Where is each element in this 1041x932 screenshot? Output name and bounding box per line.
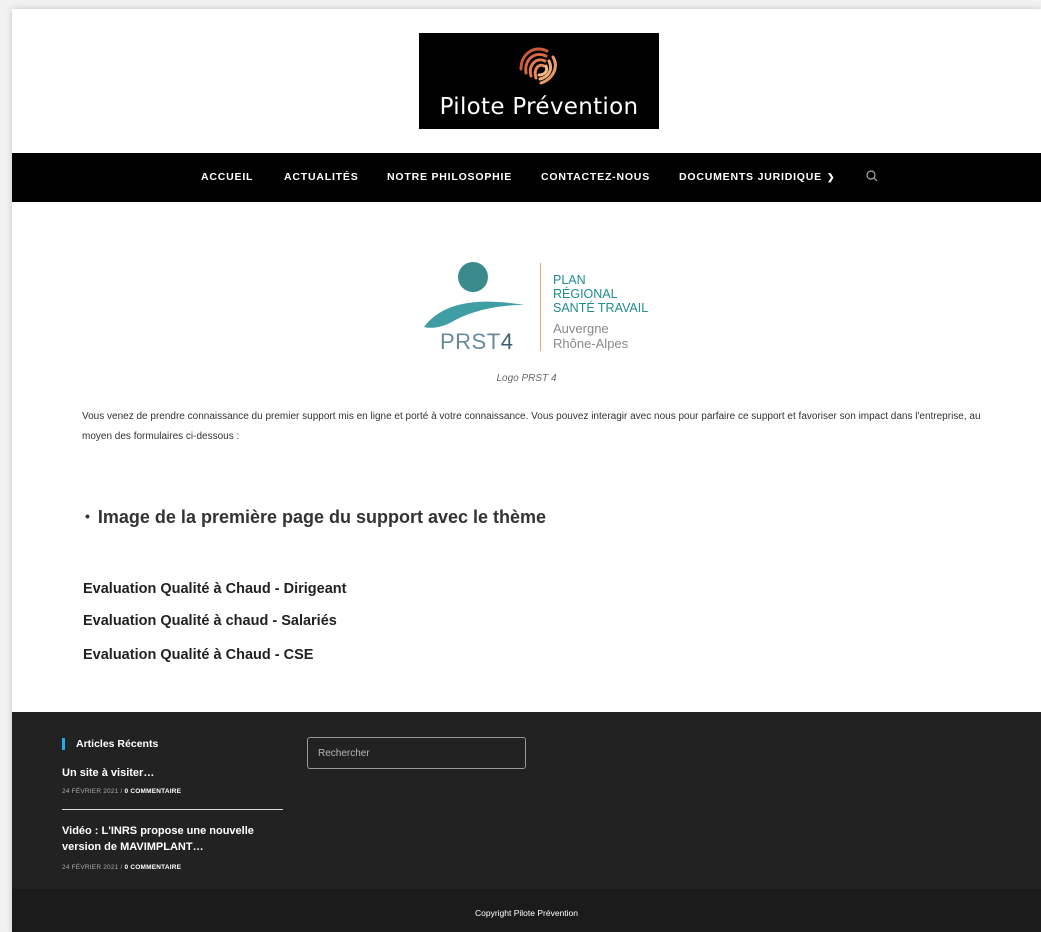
chevron-down-icon: ❯: [826, 172, 836, 182]
recent-post-meta: 24 FÉVRIER 2021 / 0 COMMENTAIRE: [62, 788, 181, 795]
post-comments-link[interactable]: 0 COMMENTAIRE: [125, 864, 182, 871]
prst-name-number: 4: [500, 329, 514, 354]
nav-item-accueil[interactable]: ACCUEIL: [201, 153, 253, 202]
prst4-logo: PRST4 PLAN RÉGIONAL SANTÉ TRAVAIL Auverg…: [422, 259, 672, 359]
widget-title: Articles Récents: [62, 738, 158, 750]
prst-emblem-icon: [424, 262, 524, 328]
post-comments-link[interactable]: 0 COMMENTAIRE: [125, 788, 182, 795]
recent-post-meta: 24 FÉVRIER 2021 / 0 COMMENTAIRE: [62, 864, 181, 871]
nav-label: CONTACTEZ-NOUS: [541, 171, 650, 183]
eval-link-salaries[interactable]: Evaluation Qualité à chaud - Salariés: [83, 613, 337, 629]
prst-divider: [540, 263, 541, 351]
nav-label: DOCUMENTS JURIDIQUE: [679, 171, 822, 183]
image-section-title: • Image de la première page du support av…: [85, 507, 546, 528]
recent-post-title[interactable]: Un site à visiter…: [62, 765, 154, 781]
post-divider: [62, 809, 283, 810]
copyright-text: Copyright Pilote Prévention: [474, 908, 578, 918]
nav-item-philosophie[interactable]: NOTRE PHILOSOPHIE: [387, 153, 512, 202]
nav-item-actualites[interactable]: ACTUALITÉS: [284, 153, 359, 202]
post-date: 24 FÉVRIER 2021 /: [62, 864, 125, 871]
title-accent-bar: [62, 738, 65, 750]
intro-paragraph: Vous venez de prendre connaissance du pr…: [82, 411, 981, 442]
copyright-bar: Copyright Pilote Prévention: [12, 889, 1041, 932]
prst-line-sante: SANTÉ TRAVAIL: [553, 301, 649, 315]
brand-name: Pilote Prévention: [439, 94, 639, 120]
eval-link-dirigeant[interactable]: Evaluation Qualité à Chaud - Dirigeant: [83, 581, 346, 597]
widget-title-text: Articles Récents: [76, 738, 159, 750]
page: Pilote Prévention ACCUEIL ACTUALITÉS NOT…: [12, 9, 1041, 932]
recent-post-title[interactable]: Vidéo : L'INRS propose une nouvelle vers…: [62, 823, 292, 855]
fingerprint-logo-icon: [519, 47, 557, 85]
post-date: 24 FÉVRIER 2021 /: [62, 788, 125, 795]
nav-label: ACTUALITÉS: [284, 171, 359, 183]
nav-label: ACCUEIL: [201, 171, 254, 183]
image-title-text: Image de la première page du support ave…: [97, 507, 547, 527]
nav-item-contact[interactable]: CONTACTEZ-NOUS: [541, 153, 650, 202]
prst-sub-rhone: Rhône-Alpes: [553, 336, 629, 351]
eval-link-cse[interactable]: Evaluation Qualité à Chaud - CSE: [83, 647, 313, 663]
nav-item-documents[interactable]: DOCUMENTS JURIDIQUE ❯: [679, 153, 835, 202]
footer-search-input[interactable]: [307, 737, 526, 769]
nav-label: NOTRE PHILOSOPHIE: [387, 171, 513, 183]
logo-caption: Logo PRST 4: [496, 373, 557, 384]
bullet-icon: •: [85, 508, 90, 524]
prst-sub-auvergne: Auvergne: [553, 321, 609, 336]
prst-line-regional: RÉGIONAL: [553, 287, 618, 301]
prst-line-plan: PLAN: [553, 273, 586, 287]
search-icon[interactable]: [865, 169, 879, 183]
site-logo[interactable]: Pilote Prévention: [419, 33, 659, 129]
main-nav: ACCUEIL ACTUALITÉS NOTRE PHILOSOPHIE CON…: [12, 153, 1041, 202]
prst-name-prefix: PRST: [440, 329, 501, 354]
prst-name: PRST4: [440, 329, 513, 355]
